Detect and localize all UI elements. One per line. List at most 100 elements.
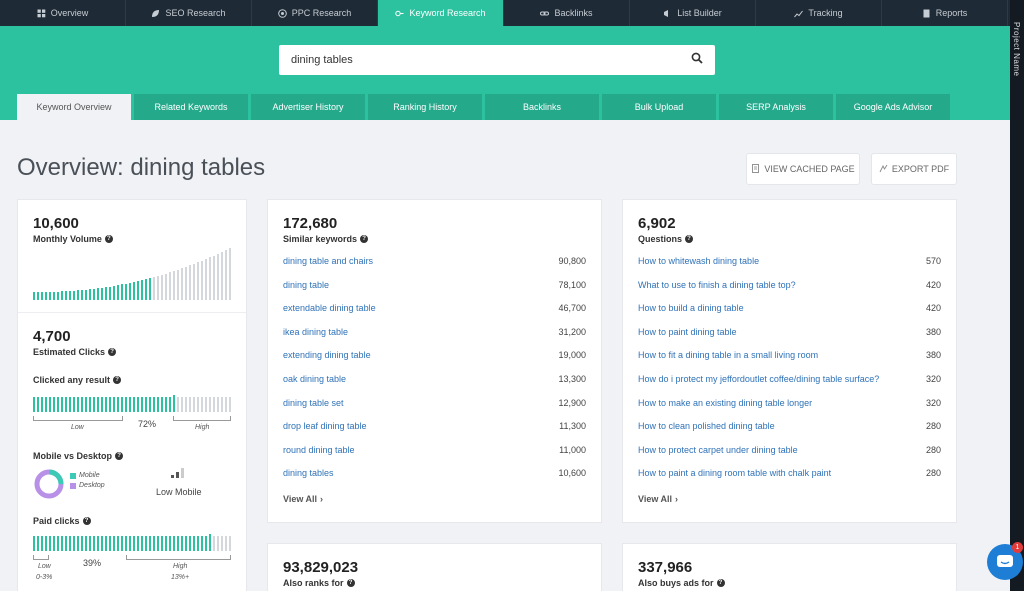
- mobile-vs-desktop-label: Mobile vs Desktop?: [33, 451, 124, 461]
- keyword-link[interactable]: dining table set: [283, 398, 344, 408]
- paid-clicks-label: Paid clicks?: [33, 516, 91, 526]
- keyword-link[interactable]: extendable dining table: [283, 303, 376, 313]
- meter-bar: [97, 536, 99, 551]
- help-icon[interactable]: ?: [716, 579, 725, 587]
- keyword-link[interactable]: dining tables: [283, 468, 334, 478]
- keyword-link[interactable]: drop leaf dining table: [283, 421, 367, 431]
- export-pdf-button[interactable]: EXPORT PDF: [871, 153, 957, 185]
- meter-bar: [193, 397, 195, 412]
- subtab-bulk-upload[interactable]: Bulk Upload: [602, 94, 716, 120]
- meter-bar: [153, 397, 155, 412]
- questions-view-all-link[interactable]: View All ›: [638, 494, 941, 504]
- pdf-icon: [879, 164, 888, 175]
- nav-tab-reports[interactable]: Reports: [882, 0, 1008, 26]
- meter-bar: [157, 397, 159, 412]
- nav-tab-label: Reports: [935, 8, 968, 18]
- keyword-link[interactable]: round dining table: [283, 445, 355, 455]
- help-icon[interactable]: ?: [104, 235, 113, 243]
- keyword-link[interactable]: What to use to finish a dining table top…: [638, 280, 796, 290]
- meter-bar: [193, 536, 195, 551]
- keyword-volume: 90,800: [558, 256, 586, 266]
- meter-bar: [221, 536, 223, 551]
- meter-bar: [41, 291, 43, 300]
- subtab-ranking-history[interactable]: Ranking History: [368, 94, 482, 120]
- meter-bar: [117, 397, 119, 412]
- paid-percent: 39%: [83, 558, 102, 568]
- subtab-keyword-overview[interactable]: Keyword Overview: [17, 94, 131, 120]
- keyword-link[interactable]: How to protect carpet under dining table: [638, 445, 798, 455]
- project-side-strip[interactable]: Project Name: [1010, 0, 1024, 591]
- help-icon[interactable]: ?: [108, 348, 117, 356]
- list-item: How to protect carpet under dining table…: [638, 445, 941, 469]
- subtab-serp-analysis[interactable]: SERP Analysis: [719, 94, 833, 120]
- keyword-link[interactable]: oak dining table: [283, 374, 346, 384]
- nav-tab-overview[interactable]: Overview: [0, 0, 126, 26]
- nav-tab-backlinks[interactable]: Backlinks: [504, 0, 630, 26]
- meter-bar: [121, 397, 123, 412]
- nav-tab-seo-research[interactable]: SEO Research: [126, 0, 252, 26]
- help-icon[interactable]: ?: [113, 376, 122, 384]
- meter-bar: [141, 280, 143, 300]
- keyword-link[interactable]: How to clean polished dining table: [638, 421, 775, 431]
- similar-keywords-list: dining table and chairs 90,800 dining tabl…: [283, 256, 586, 492]
- keyword-link[interactable]: How to whitewash dining table: [638, 256, 759, 266]
- meter-bar: [101, 397, 103, 412]
- keyword-link[interactable]: extending dining table: [283, 350, 371, 360]
- view-cached-page-label: VIEW CACHED PAGE: [764, 164, 855, 174]
- keyword-link[interactable]: dining table and chairs: [283, 256, 373, 266]
- paid-high-label: High: [173, 563, 188, 570]
- keyword-search-box[interactable]: dining tables: [279, 45, 715, 75]
- subtab-advertiser-history[interactable]: Advertiser History: [251, 94, 365, 120]
- meter-bar: [141, 397, 143, 412]
- keyword-link[interactable]: dining table: [283, 280, 329, 290]
- meter-bar: [165, 397, 167, 412]
- paid-high-range: 13%+: [171, 574, 190, 581]
- keyword-volume: 11,300: [559, 421, 586, 432]
- keyword-volume: 11,000: [559, 444, 586, 455]
- keyword-link[interactable]: ikea dining table: [283, 327, 348, 337]
- keyword-link[interactable]: How to fit a dining table in a small liv…: [638, 350, 818, 360]
- meter-bar: [185, 266, 187, 300]
- meter-bar: [225, 397, 227, 412]
- view-cached-page-button[interactable]: VIEW CACHED PAGE: [746, 153, 860, 185]
- keyword-link[interactable]: How to paint dining table: [638, 327, 737, 337]
- nav-tab-list-builder[interactable]: List Builder: [630, 0, 756, 26]
- legend-mobile: Mobile: [70, 472, 105, 479]
- list-item: What to use to finish a dining table top…: [638, 280, 941, 304]
- subtab-related-keywords[interactable]: Related Keywords: [134, 94, 248, 120]
- keyword-volume: 31,200: [558, 326, 586, 337]
- meter-bar: [93, 288, 95, 300]
- help-icon[interactable]: ?: [685, 235, 694, 243]
- nav-tab-ppc-research[interactable]: PPC Research: [252, 0, 378, 26]
- help-icon[interactable]: ?: [360, 235, 369, 243]
- nav-tab-tracking[interactable]: Tracking: [756, 0, 882, 26]
- nav-tab-label: PPC Research: [291, 8, 352, 18]
- keyword-link[interactable]: How to paint a dining room table with ch…: [638, 468, 831, 478]
- help-icon[interactable]: ?: [346, 579, 355, 587]
- subtab-google-ads-advisor[interactable]: Google Ads Advisor: [836, 94, 950, 120]
- nav-tab-keyword-research[interactable]: Keyword Research: [378, 0, 504, 26]
- meter-bar: [73, 397, 75, 412]
- key-icon: [395, 9, 404, 18]
- meter-bar: [57, 397, 59, 412]
- meter-bar: [105, 287, 107, 300]
- help-icon[interactable]: ?: [82, 517, 91, 525]
- search-input[interactable]: dining tables: [291, 54, 691, 66]
- meter-bar: [77, 397, 79, 412]
- subtab-backlinks[interactable]: Backlinks: [485, 94, 599, 120]
- nav-tab-label: Overview: [50, 8, 89, 18]
- leaf-icon: [151, 9, 160, 18]
- help-icon[interactable]: ?: [115, 452, 124, 460]
- meter-bar: [77, 536, 79, 551]
- search-icon[interactable]: [691, 51, 703, 69]
- clicked-any-result-meter: [33, 394, 231, 412]
- meter-bar: [109, 286, 111, 300]
- also-buys-label: Also buys ads for?: [638, 578, 725, 588]
- meter-bar: [105, 536, 107, 551]
- list-item: How do i protect my jeffordoutlet coffee…: [638, 374, 941, 398]
- also-buys-count: 337,966: [638, 559, 693, 576]
- similar-view-all-link[interactable]: View All ›: [283, 494, 586, 504]
- keyword-link[interactable]: How do i protect my jeffordoutlet coffee…: [638, 374, 879, 384]
- keyword-link[interactable]: How to make an existing dining table lon…: [638, 398, 812, 408]
- keyword-link[interactable]: How to build a dining table: [638, 303, 744, 313]
